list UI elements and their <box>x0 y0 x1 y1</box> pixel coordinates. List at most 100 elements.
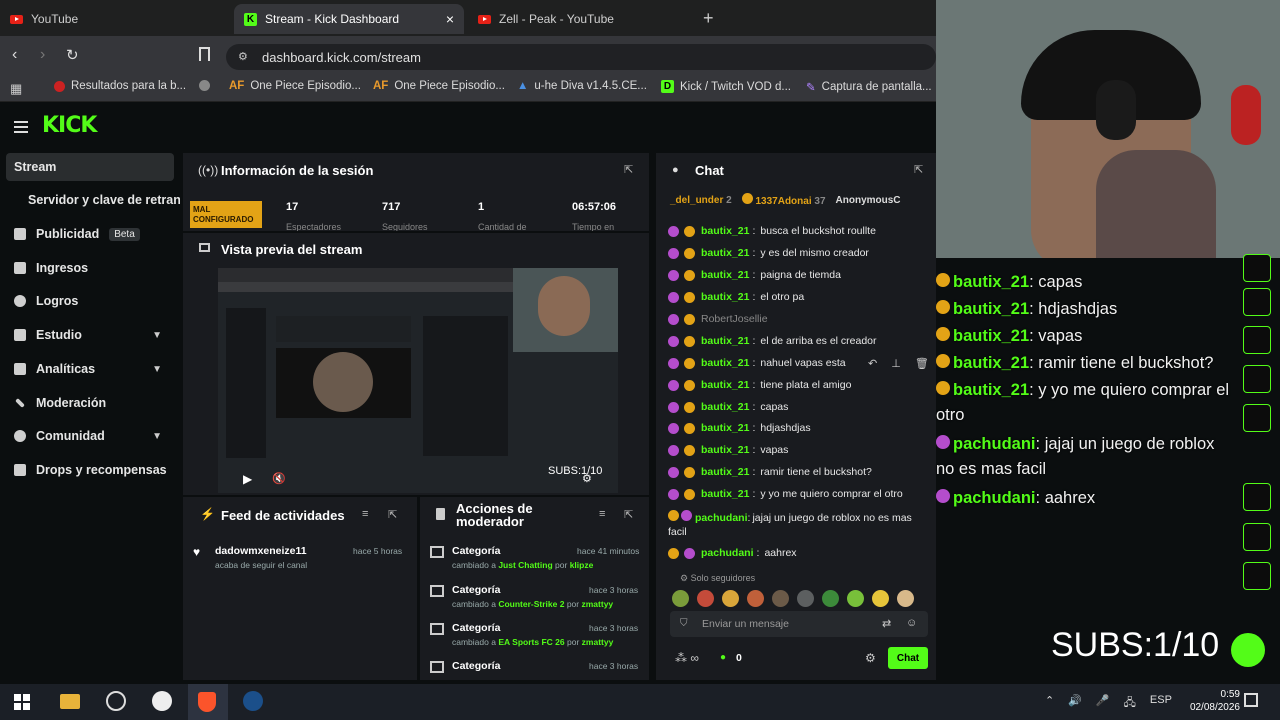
send-chat-button[interactable]: Chat <box>888 647 928 669</box>
mic-icon[interactable]: 🎤 <box>1096 694 1110 713</box>
browser-icon[interactable] <box>106 691 126 711</box>
tab-youtube[interactable]: YouTube <box>0 4 230 34</box>
sidebar-item-estudio[interactable]: Estudio ▼ <box>6 321 174 349</box>
start-icon[interactable] <box>14 694 30 710</box>
chat-username[interactable]: bautix_21 <box>701 357 749 369</box>
emote-icon[interactable] <box>747 589 764 607</box>
chat-username[interactable]: bautix_21 <box>701 335 749 347</box>
feed-text: acaba de seguir el canal <box>215 560 308 570</box>
emote-icon[interactable] <box>797 589 814 607</box>
chat-username[interactable]: bautix_21 <box>701 401 749 413</box>
emote-icon[interactable] <box>847 589 864 607</box>
filter-icon[interactable]: ≡ <box>599 508 605 520</box>
sidebar-item-analiticas[interactable]: Analíticas ▼ <box>6 355 174 383</box>
pin-icon[interactable]: ⊥ <box>891 357 901 370</box>
category-icon <box>430 546 444 558</box>
popout-icon[interactable]: ⇱ <box>624 508 633 521</box>
stream-preview-video[interactable] <box>218 268 618 493</box>
emote-icon[interactable] <box>872 589 889 607</box>
chat-username[interactable]: bautix_21 <box>701 488 749 500</box>
sidebar-item-logros[interactable]: Logros <box>6 287 174 315</box>
emoji-icon[interactable]: ☺ <box>906 617 917 629</box>
sidebar-item-server-key[interactable]: Servidor y clave de retransn <box>20 186 180 214</box>
bookmark-item[interactable]: D Kick / Twitch VOD d... <box>661 80 791 93</box>
sidebar-item-comunidad[interactable]: Comunidad ▼ <box>6 422 174 450</box>
popout-icon[interactable]: ⇱ <box>914 163 923 176</box>
emote-icon[interactable] <box>697 589 714 607</box>
leader[interactable]: _del_under 2 <box>670 195 732 206</box>
chat-username[interactable]: bautix_21 <box>701 466 749 478</box>
chat-username[interactable]: bautix_21 <box>701 291 749 303</box>
overlay-text: jajaj un juego de roblox <box>1044 435 1215 453</box>
leader[interactable]: 1337Adonai 37 <box>741 193 826 207</box>
new-tab-icon[interactable]: + <box>703 8 714 29</box>
bookmark-item[interactable] <box>199 80 216 91</box>
menu-icon[interactable] <box>14 121 28 133</box>
drive-icon: ▲ <box>517 80 529 92</box>
sidebar-item-stream[interactable]: Stream <box>6 153 174 181</box>
chat-username[interactable]: bautix_21 <box>701 269 749 281</box>
chat-username[interactable]: bautix_21 <box>701 225 749 237</box>
chat-username[interactable]: pachudani <box>695 512 748 524</box>
bookmark-item[interactable]: Resultados para la b... <box>54 80 186 92</box>
badge-icon <box>684 488 695 500</box>
tab-zell-peak[interactable]: Zell - Peak - YouTube <box>468 4 698 34</box>
mute-icon[interactable]: 🔇 <box>272 472 286 485</box>
chat-text: ramir tiene el buckshot? <box>760 466 872 478</box>
reply-icon[interactable]: ↶ <box>868 357 877 370</box>
badge-icon <box>681 510 692 521</box>
sidebar-item-ingresos[interactable]: Ingresos <box>6 254 174 282</box>
file-explorer-icon[interactable] <box>60 694 80 709</box>
chat-settings-icon[interactable]: ⚙ <box>865 651 876 665</box>
sidebar-item-publicidad[interactable]: Publicidad Beta <box>6 220 174 248</box>
delete-icon[interactable]: 🗑 <box>915 357 929 370</box>
emote-icon[interactable] <box>822 589 839 607</box>
chat-username[interactable]: bautix_21 <box>701 247 749 259</box>
chat-username[interactable]: bautix_21 <box>701 379 749 391</box>
emote-icon[interactable] <box>672 589 689 607</box>
emote-icon[interactable] <box>772 589 789 607</box>
leader[interactable]: AnonymousC <box>836 195 901 206</box>
chat-text: vapas <box>760 444 789 456</box>
bookmark-item[interactable]: ▲ u-he Diva v1.4.5.CE... <box>517 80 647 92</box>
popout-icon[interactable]: ⇱ <box>388 508 397 521</box>
apps-grid-icon[interactable]: ▦ <box>10 81 22 97</box>
language-indicator[interactable]: ESP <box>1150 694 1172 713</box>
settings-icon[interactable]: ⚙ <box>582 472 592 485</box>
chat-username[interactable]: RobertJosellie <box>701 313 768 325</box>
url-field[interactable]: dashboard.kick.com/stream <box>226 44 936 70</box>
bookmark-item[interactable]: ✎ Captura de pantalla... <box>806 80 932 94</box>
filter-icon[interactable]: ≡ <box>362 508 368 520</box>
sidebar-item-moderacion[interactable]: Moderación <box>6 389 174 417</box>
users-icon[interactable]: ⁂ ∞ <box>675 651 699 665</box>
chat-username[interactable]: bautix_21 <box>701 444 749 456</box>
brave-taskbar-item[interactable] <box>188 684 228 720</box>
bookmark-item[interactable]: AF One Piece Episodio... <box>373 80 505 92</box>
emote-icon[interactable] <box>897 589 914 607</box>
taskbar-clock[interactable]: 0:59 02/08/2026 <box>1170 688 1240 714</box>
close-tab-icon[interactable]: × <box>446 11 454 27</box>
feed-user[interactable]: dadowmxeneize11 <box>215 545 307 557</box>
kick-logo[interactable]: KICK <box>42 113 97 138</box>
overlay-username: pachudani <box>953 435 1036 453</box>
bookmark-icon[interactable] <box>199 47 210 61</box>
forward-icon[interactable]: › <box>40 46 45 64</box>
popout-icon[interactable]: ⇱ <box>624 163 633 176</box>
site-settings-icon[interactable]: ⚙ <box>238 50 248 63</box>
chat-username[interactable]: pachudani <box>701 547 754 559</box>
bookmark-item[interactable]: AF One Piece Episodio... <box>229 80 361 92</box>
notifications-icon[interactable] <box>1244 693 1258 707</box>
clock-icon[interactable] <box>152 691 172 711</box>
volume-icon[interactable]: 🔊 <box>1068 694 1082 713</box>
emote-icon[interactable] <box>722 589 739 607</box>
network-icon[interactable]: 🖧 <box>1124 694 1136 713</box>
chat-username[interactable]: bautix_21 <box>701 422 749 434</box>
sidebar-item-drops[interactable]: Drops y recompensas <box>6 456 174 484</box>
steam-icon[interactable] <box>243 691 263 711</box>
tab-kick-dashboard[interactable]: K Stream - Kick Dashboard × <box>234 4 464 34</box>
shortcut-icon[interactable]: ⇄ <box>882 617 891 630</box>
back-icon[interactable]: ‹ <box>12 46 17 64</box>
play-icon[interactable]: ▶ <box>243 472 252 486</box>
reload-icon[interactable]: ↻ <box>66 46 79 64</box>
chevron-up-icon[interactable]: ⌃ <box>1045 694 1054 713</box>
